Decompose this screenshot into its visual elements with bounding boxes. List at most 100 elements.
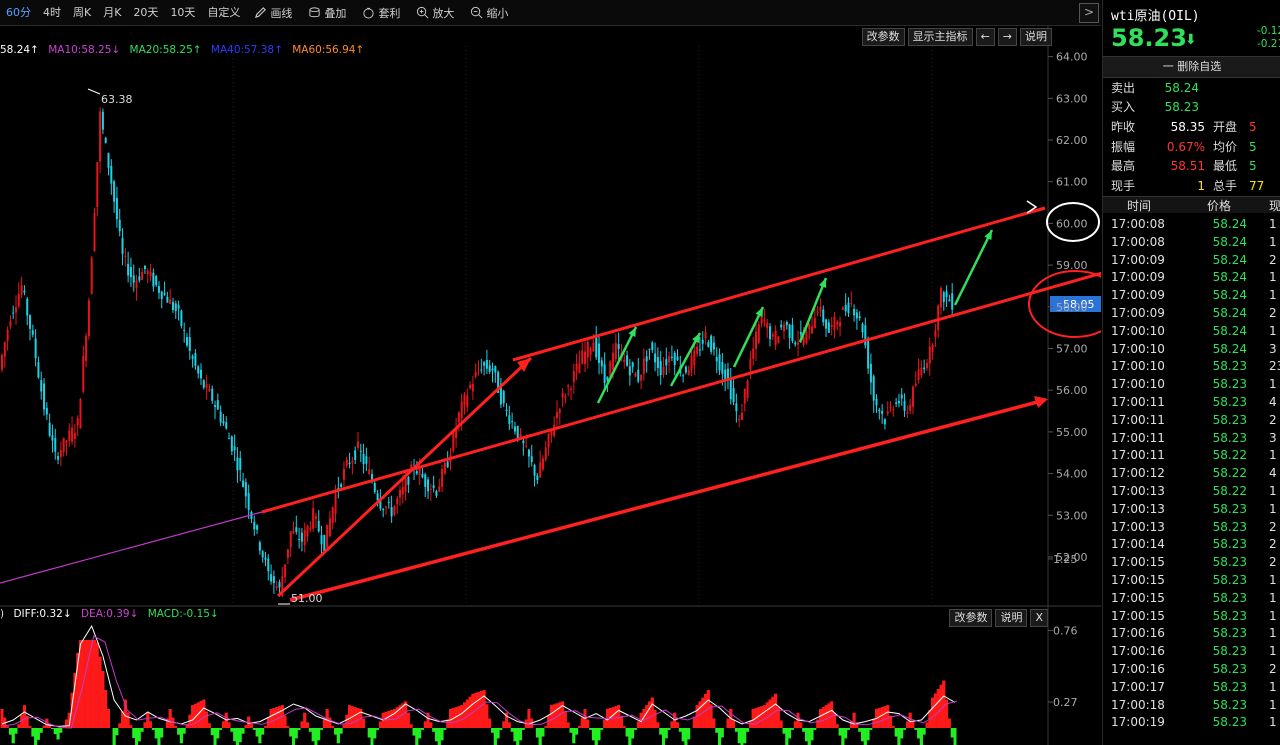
price-chart[interactable]: 63.3851.0058.05 64.0063.0062.0061.0060.0… [0, 0, 1101, 745]
candle-down [222, 421, 225, 424]
trade-time: 17:00:19 [1111, 715, 1165, 730]
candle-up [471, 383, 474, 392]
candle-down [869, 363, 872, 383]
candle-down [12, 312, 15, 314]
candle-down [373, 482, 376, 492]
sell-row: 卖出 58.24 [1111, 79, 1199, 98]
trade-header-vol: 现 [1269, 199, 1280, 213]
trade-time: 17:00:13 [1111, 519, 1165, 534]
candle-up [614, 342, 617, 360]
trade-header-price: 价格 [1207, 199, 1232, 213]
y-tick-label: 60.00 [1056, 217, 1088, 230]
candle-down [244, 482, 247, 497]
trade-price: 58.23 [1212, 608, 1247, 623]
trade-price: 58.23 [1212, 626, 1247, 641]
trade-price: 58.24 [1212, 288, 1247, 303]
trade-volume: 23 [1269, 359, 1280, 374]
candle-down [791, 324, 794, 342]
candle-down [788, 324, 791, 338]
candle-up [693, 350, 696, 366]
candle-down [211, 388, 214, 401]
candle-down [872, 376, 875, 401]
candle-down [424, 474, 427, 487]
candle-up [839, 322, 842, 327]
candle-down [194, 353, 197, 366]
trade-time: 17:00:14 [1111, 537, 1165, 552]
candle-up [93, 212, 96, 251]
candle-up [149, 271, 152, 277]
candle-down [942, 292, 945, 303]
candle-down [320, 535, 323, 545]
trade-time: 17:00:17 [1111, 679, 1165, 694]
trade-volume: 2 [1269, 555, 1277, 570]
candle-down [600, 360, 603, 367]
trade-volume: 1 [1269, 573, 1277, 587]
macd-params-button[interactable]: 改参数 [949, 609, 993, 627]
trade-time: 17:00:15 [1111, 555, 1165, 570]
candle-down [485, 360, 488, 369]
candle-up [547, 433, 550, 448]
quote-sidebar: wti原油(OIL) 58.23 ⬇ -0.12 -0.21 一 删除自选 卖出… [1102, 0, 1280, 745]
candle-down [637, 369, 640, 382]
macd-help-button[interactable]: 说明 [995, 609, 1028, 627]
trade-volume: 1 [1269, 323, 1277, 338]
candle-up [886, 411, 889, 414]
candle-down [185, 337, 188, 346]
trade-time: 17:00:16 [1111, 626, 1165, 641]
candle-down [37, 362, 40, 378]
trade-volume: 4 [1269, 395, 1277, 409]
candle-down [163, 292, 166, 295]
candle-up [404, 478, 407, 492]
trade-time: 17:00:09 [1111, 270, 1165, 285]
scroll-left-button[interactable]: ← [975, 28, 995, 46]
candle-up [816, 311, 819, 313]
scroll-right-button[interactable]: → [997, 28, 1017, 46]
candle-up [3, 342, 6, 357]
candle-up [135, 280, 138, 289]
remove-favorite-button[interactable]: 一 删除自选 [1103, 56, 1280, 78]
candle-up [96, 162, 99, 208]
candle-down [200, 369, 203, 379]
candle-up [771, 334, 774, 337]
candle-up [704, 332, 707, 339]
trade-time: 17:00:10 [1111, 359, 1165, 374]
candle-down [118, 219, 121, 232]
candle-up [474, 372, 477, 377]
show-main-indicator-button[interactable]: 显示主指标 [907, 28, 973, 46]
low-label: 51.00 [291, 592, 323, 605]
candle-down [267, 558, 270, 572]
quote-value: 0.67% [1166, 139, 1205, 154]
candle-up [457, 412, 460, 423]
trade-row: 17:00:15 58.23 1 [1103, 571, 1280, 589]
macd-close-button[interactable]: X [1030, 609, 1048, 627]
candle-down [191, 355, 194, 359]
candle-down [721, 361, 724, 374]
candle-up [920, 367, 923, 376]
candle-down [214, 405, 217, 407]
candle-down [710, 335, 713, 352]
candle-down [527, 449, 530, 457]
change-params-button[interactable]: 改参数 [861, 28, 905, 46]
trade-price: 58.23 [1212, 377, 1247, 392]
legend-dea: DEA:0.39↓ [80, 608, 139, 620]
help-button[interactable]: 说明 [1020, 28, 1052, 46]
candle-up [438, 486, 441, 492]
trade-volume: 4 [1269, 466, 1277, 481]
candle-up [205, 384, 208, 388]
trade-time: 17:00:16 [1111, 644, 1165, 659]
trade-price: 58.23 [1212, 697, 1247, 712]
candle-up [939, 288, 942, 308]
candle-up [909, 405, 912, 411]
candle-down [143, 265, 146, 270]
trade-volume: 2 [1269, 412, 1277, 427]
candle-up [76, 418, 79, 426]
candle-down [530, 456, 533, 463]
candle-up [541, 458, 544, 470]
candle-down [264, 557, 267, 560]
trade-row: 17:00:19 58.23 1 [1103, 713, 1280, 731]
candle-up [584, 351, 587, 365]
trade-price: 58.22 [1212, 484, 1247, 498]
trade-volume: 1 [1269, 448, 1277, 463]
trade-time: 17:00:13 [1111, 484, 1165, 498]
candle-down [362, 453, 365, 465]
